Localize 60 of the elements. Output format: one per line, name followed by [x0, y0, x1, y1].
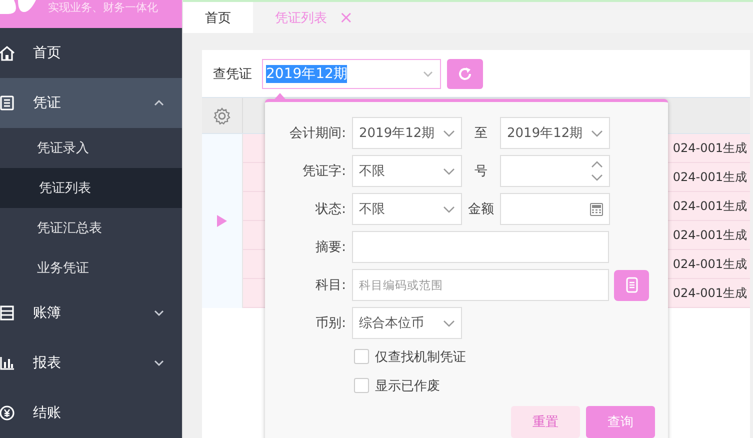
bar-chart-icon	[0, 355, 15, 371]
checkbox-label[interactable]: 仅查找机制凭证	[375, 348, 466, 366]
chevron-down-icon	[153, 308, 165, 318]
table-cell: 024-001生成	[672, 140, 747, 156]
checkbox-label[interactable]: 显示已作废	[375, 376, 440, 394]
sidebar-item[interactable]: 结账	[0, 388, 182, 438]
select-field[interactable]: 综合本位币	[352, 307, 462, 339]
field-label: 科目:	[314, 277, 346, 294]
chevron-down-icon	[443, 318, 455, 328]
sidebar-item[interactable]: 首页	[0, 28, 182, 78]
sidebar-subitem[interactable]: 凭证列表	[0, 168, 182, 208]
table-cell: 024-001生成	[672, 256, 747, 272]
field-label: 至	[474, 125, 488, 142]
refresh-button[interactable]	[447, 58, 483, 88]
chevron-down-icon	[591, 128, 603, 138]
receipt-icon	[0, 95, 15, 111]
chevron-down-icon	[422, 68, 434, 78]
refresh-icon	[457, 66, 473, 82]
ledger-icon	[0, 305, 15, 321]
input-field[interactable]	[352, 231, 609, 263]
chevron-down-icon	[153, 358, 165, 368]
sidebar-subitem[interactable]: 业务凭证	[0, 248, 182, 288]
field-label: 摘要:	[314, 239, 346, 256]
select-field[interactable]: 2019年12期	[352, 117, 462, 149]
current-row-icon	[217, 215, 227, 227]
list-icon	[626, 277, 638, 293]
field-label: 会计期间:	[288, 125, 346, 142]
field-label: 状态:	[314, 201, 346, 218]
sidebar-item[interactable]: 凭证	[0, 78, 182, 128]
number-field[interactable]	[500, 155, 610, 187]
chevron-up-icon	[153, 98, 165, 108]
select-field[interactable]: 不限	[352, 155, 462, 187]
field-label: 金额	[467, 201, 495, 218]
select-field[interactable]: 不限	[352, 193, 462, 225]
field-label: 币别:	[314, 315, 346, 332]
sidebar-subitem[interactable]: 凭证录入	[0, 128, 182, 168]
chevron-down-icon	[443, 128, 455, 138]
amount-field[interactable]	[500, 193, 610, 225]
query-label: 查凭证	[213, 66, 252, 82]
spinner-icon	[591, 159, 603, 183]
brand-tagline: 实现业务、财务一体化	[48, 0, 158, 15]
checkbox[interactable]	[354, 378, 369, 393]
sidebar-subitem[interactable]: 凭证汇总表	[0, 208, 182, 248]
chevron-down-icon	[443, 204, 455, 214]
picker-button[interactable]	[614, 270, 649, 300]
table-cell: 024-001生成	[672, 284, 747, 302]
settings-icon	[213, 106, 231, 124]
field-label: 凭证字:	[302, 163, 346, 180]
calculator-icon	[590, 202, 603, 216]
select-field[interactable]: 2019年12期	[500, 117, 610, 149]
home-icon	[0, 45, 15, 61]
table-cell: 024-001生成	[672, 198, 747, 214]
sidebar-item[interactable]: 账簿	[0, 288, 182, 338]
chevron-down-icon	[443, 166, 455, 176]
tab[interactable]: 首页	[183, 2, 253, 33]
table-cell: 024-001生成	[672, 226, 747, 244]
field-label: 号	[474, 163, 488, 180]
checkbox[interactable]	[354, 349, 369, 364]
sidebar-item[interactable]: 报表	[0, 338, 182, 388]
table-cell: 024-001生成	[672, 168, 747, 186]
